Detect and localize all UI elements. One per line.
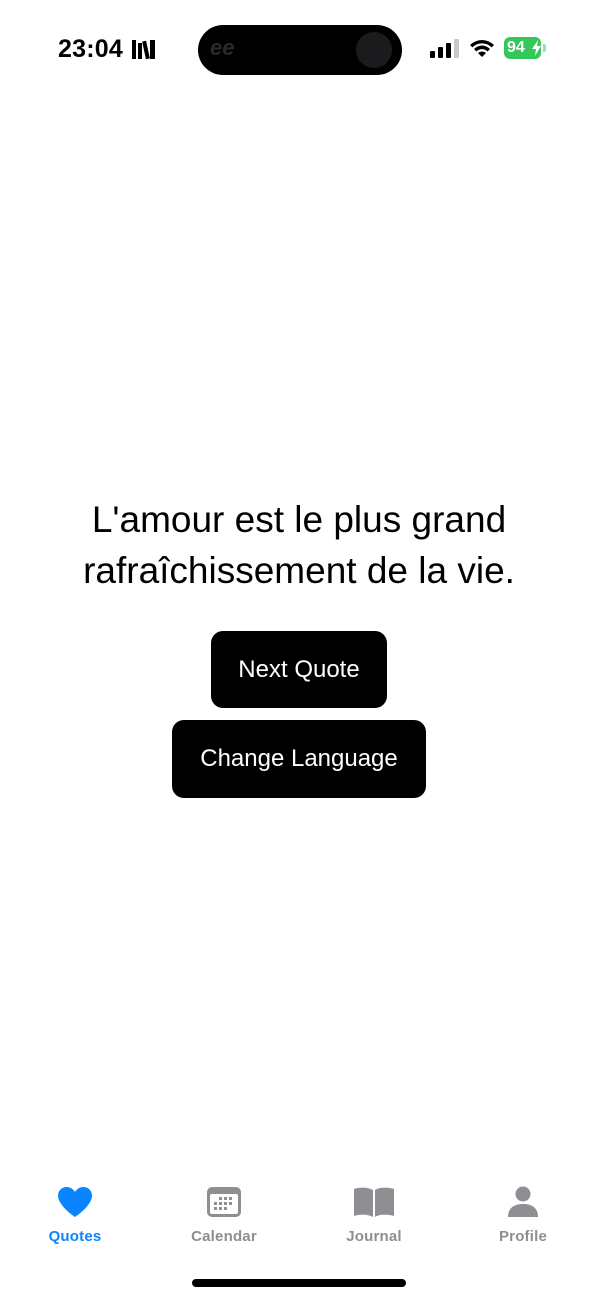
status-time: 23:04: [58, 35, 123, 63]
tab-label-quotes: Quotes: [48, 1228, 102, 1245]
tab-label-journal: Journal: [346, 1228, 402, 1245]
books-icon: [131, 38, 157, 60]
charging-bolt-icon: [532, 40, 541, 56]
battery-cap: [543, 44, 546, 52]
change-language-button[interactable]: Change Language: [172, 720, 426, 798]
dynamic-island: ee: [198, 25, 402, 75]
status-left: 23:04: [58, 34, 157, 64]
next-quote-button[interactable]: Next Quote: [211, 631, 387, 708]
quote-text: L'amour est le plus grand rafraîchisseme…: [83, 499, 515, 591]
cellular-signal-icon: [430, 38, 460, 58]
tab-quotes[interactable]: Quotes: [15, 1170, 135, 1250]
calendar-icon: [206, 1170, 242, 1218]
wifi-icon: [469, 38, 495, 58]
battery-icon: 94: [504, 37, 546, 59]
dynamic-island-glyph: ee: [210, 35, 235, 60]
status-bar: 23:04 ee 94: [0, 0, 598, 100]
book-icon: [353, 1170, 395, 1218]
person-icon: [507, 1170, 539, 1218]
tab-label-calendar: Calendar: [191, 1228, 257, 1245]
tab-journal[interactable]: Journal: [314, 1170, 434, 1250]
tab-bar: Quotes Calendar Journal Profile: [0, 1170, 598, 1260]
tab-label-profile: Profile: [498, 1228, 548, 1245]
status-right: 94: [430, 37, 546, 59]
home-indicator[interactable]: [192, 1279, 406, 1287]
front-camera: [356, 32, 392, 68]
heart-icon: [57, 1170, 93, 1218]
tab-calendar[interactable]: Calendar: [164, 1170, 284, 1250]
tab-profile[interactable]: Profile: [463, 1170, 583, 1250]
